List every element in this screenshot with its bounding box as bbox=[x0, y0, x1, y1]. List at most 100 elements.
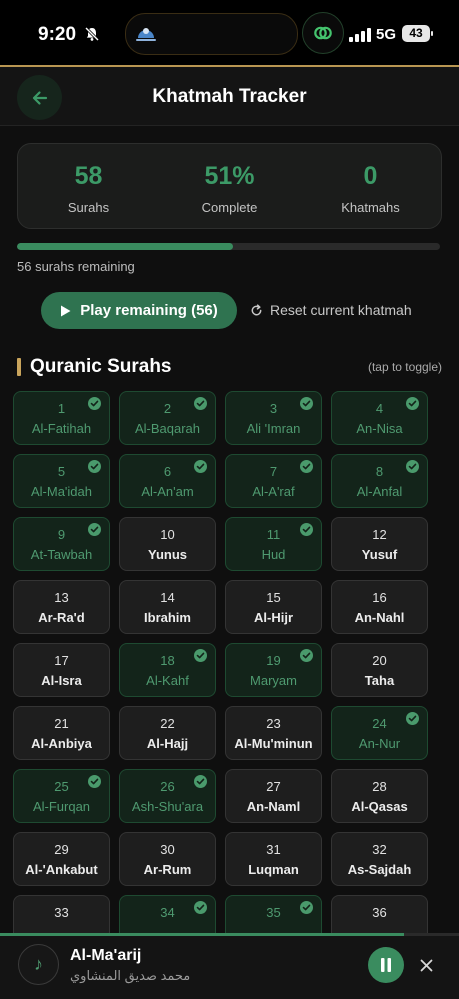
close-player-button[interactable] bbox=[416, 955, 436, 975]
surah-name: An-Nisa bbox=[356, 421, 403, 436]
surah-number: 29 bbox=[54, 842, 69, 857]
player-reciter: محمد صديق المنشاوي bbox=[70, 968, 191, 983]
stat-value: 0 bbox=[363, 162, 378, 190]
surah-name: Ar-Ra'd bbox=[38, 610, 85, 625]
surah-name: Al-Anbiya bbox=[31, 736, 92, 751]
stat-label: Surahs bbox=[67, 200, 110, 215]
stat-value: 58 bbox=[74, 162, 103, 190]
check-icon bbox=[406, 397, 419, 410]
surah-tile[interactable]: 1 Al-Fatihah bbox=[13, 391, 110, 445]
pause-button[interactable] bbox=[368, 947, 404, 983]
surah-tile[interactable]: 12 Yusuf bbox=[331, 517, 428, 571]
close-icon bbox=[420, 959, 432, 971]
surah-tile[interactable]: 4 An-Nisa bbox=[331, 391, 428, 445]
surah-number: 20 bbox=[372, 653, 387, 668]
surah-name: An-Naml bbox=[246, 799, 301, 814]
surah-name: Luqman bbox=[248, 862, 299, 877]
surah-tile[interactable]: 27 An-Naml bbox=[225, 769, 322, 823]
surah-tile[interactable]: 21 Al-Anbiya bbox=[13, 706, 110, 760]
surah-tile[interactable]: 30 Ar-Rum bbox=[119, 832, 216, 886]
section-hint: (tap to toggle) bbox=[367, 360, 442, 374]
surah-tile[interactable]: 15 Al-Hijr bbox=[225, 580, 322, 634]
player-progress-fill bbox=[0, 933, 404, 936]
surah-number: 16 bbox=[372, 590, 387, 605]
stat-complete: 51% Complete bbox=[159, 162, 300, 215]
surah-number: 28 bbox=[372, 779, 387, 794]
surah-tile[interactable]: 7 Al-A'raf bbox=[225, 454, 322, 508]
surah-name: Al-Mu'minun bbox=[234, 736, 313, 751]
surah-tile[interactable]: 10 Yunus bbox=[119, 517, 216, 571]
check-icon bbox=[300, 397, 313, 410]
check-icon bbox=[194, 460, 207, 473]
status-time: 9:20 bbox=[38, 24, 77, 45]
surah-tile[interactable]: 13 Ar-Ra'd bbox=[13, 580, 110, 634]
app-header: Khatmah Tracker bbox=[0, 67, 459, 126]
surah-grid: 1 Al-Fatihah 2 Al-Baqarah 3 Ali 'Imran 4 An-Nis… bbox=[13, 391, 437, 949]
surah-number: 13 bbox=[54, 590, 69, 605]
surah-name: Al-Ma'idah bbox=[30, 484, 92, 499]
check-icon bbox=[300, 523, 313, 536]
surah-name: Al-An'am bbox=[141, 484, 194, 499]
music-note-icon: ♪ bbox=[18, 944, 59, 985]
page-title: Khatmah Tracker bbox=[152, 86, 307, 107]
surah-tile[interactable]: 16 An-Nahl bbox=[331, 580, 428, 634]
surah-name: Al-Anfal bbox=[356, 484, 403, 499]
surah-number: 36 bbox=[372, 905, 387, 920]
surah-tile[interactable]: 14 Ibrahim bbox=[119, 580, 216, 634]
stats-card: 58 Surahs 51% Complete 0 Khatmahs bbox=[17, 143, 442, 229]
surah-tile[interactable]: 24 An-Nur bbox=[331, 706, 428, 760]
surah-number: 12 bbox=[372, 527, 387, 542]
surah-tile[interactable]: 23 Al-Mu'minun bbox=[225, 706, 322, 760]
surah-number: 15 bbox=[266, 590, 281, 605]
surah-name: Taha bbox=[364, 673, 395, 688]
surah-number: 23 bbox=[266, 716, 281, 731]
reset-khatmah-button[interactable]: Reset current khatmah bbox=[250, 302, 412, 318]
bell-off-icon bbox=[84, 26, 100, 42]
surah-tile[interactable]: 2 Al-Baqarah bbox=[119, 391, 216, 445]
surah-tile[interactable]: 31 Luqman bbox=[225, 832, 322, 886]
surah-name: Al-Hajj bbox=[146, 736, 189, 751]
surah-tile[interactable]: 25 Al-Furqan bbox=[13, 769, 110, 823]
check-icon bbox=[194, 901, 207, 914]
player-track-title: Al-Ma'arij bbox=[70, 947, 142, 964]
surah-tile[interactable]: 8 Al-Anfal bbox=[331, 454, 428, 508]
dynamic-island bbox=[125, 13, 298, 55]
surah-name: Hud bbox=[261, 547, 286, 562]
sunrise-icon bbox=[136, 28, 156, 41]
surah-name: Al-Baqarah bbox=[134, 421, 201, 436]
surah-number: 10 bbox=[160, 527, 175, 542]
network-label: 5G bbox=[376, 26, 397, 43]
check-icon bbox=[88, 523, 101, 536]
surah-name: Al-A'raf bbox=[252, 484, 295, 499]
check-icon bbox=[88, 397, 101, 410]
surah-name: Al-Kahf bbox=[146, 673, 189, 688]
surah-tile[interactable]: 26 Ash-Shu'ara bbox=[119, 769, 216, 823]
surah-number: 17 bbox=[54, 653, 69, 668]
surah-tile[interactable]: 6 Al-An'am bbox=[119, 454, 216, 508]
surah-tile[interactable]: 11 Hud bbox=[225, 517, 322, 571]
mini-player[interactable]: ♪ Al-Ma'arij محمد صديق المنشاوي bbox=[0, 933, 459, 999]
stat-label: Complete bbox=[201, 200, 258, 215]
surah-tile[interactable]: 28 Al-Qasas bbox=[331, 769, 428, 823]
player-progress-bar[interactable] bbox=[0, 933, 459, 936]
surah-tile[interactable]: 22 Al-Hajj bbox=[119, 706, 216, 760]
check-icon bbox=[194, 397, 207, 410]
surah-name: Al-Furqan bbox=[32, 799, 91, 814]
surah-name: Ali 'Imran bbox=[246, 421, 301, 436]
surah-tile[interactable]: 9 At-Tawbah bbox=[13, 517, 110, 571]
surah-tile[interactable]: 18 Al-Kahf bbox=[119, 643, 216, 697]
surah-tile[interactable]: 19 Maryam bbox=[225, 643, 322, 697]
surah-tile[interactable]: 29 Al-'Ankabut bbox=[13, 832, 110, 886]
surah-tile[interactable]: 20 Taha bbox=[331, 643, 428, 697]
surah-tile[interactable]: 32 As-Sajdah bbox=[331, 832, 428, 886]
check-icon bbox=[88, 775, 101, 788]
surah-tile[interactable]: 17 Al-Isra bbox=[13, 643, 110, 697]
stat-label: Khatmahs bbox=[341, 200, 400, 215]
surah-name: Ash-Shu'ara bbox=[131, 799, 204, 814]
play-remaining-button[interactable]: Play remaining (56) bbox=[41, 292, 237, 329]
surah-tile[interactable]: 3 Ali 'Imran bbox=[225, 391, 322, 445]
reset-khatmah-label: Reset current khatmah bbox=[270, 302, 412, 318]
play-remaining-label: Play remaining (56) bbox=[80, 302, 218, 319]
check-icon bbox=[406, 712, 419, 725]
surah-tile[interactable]: 5 Al-Ma'idah bbox=[13, 454, 110, 508]
